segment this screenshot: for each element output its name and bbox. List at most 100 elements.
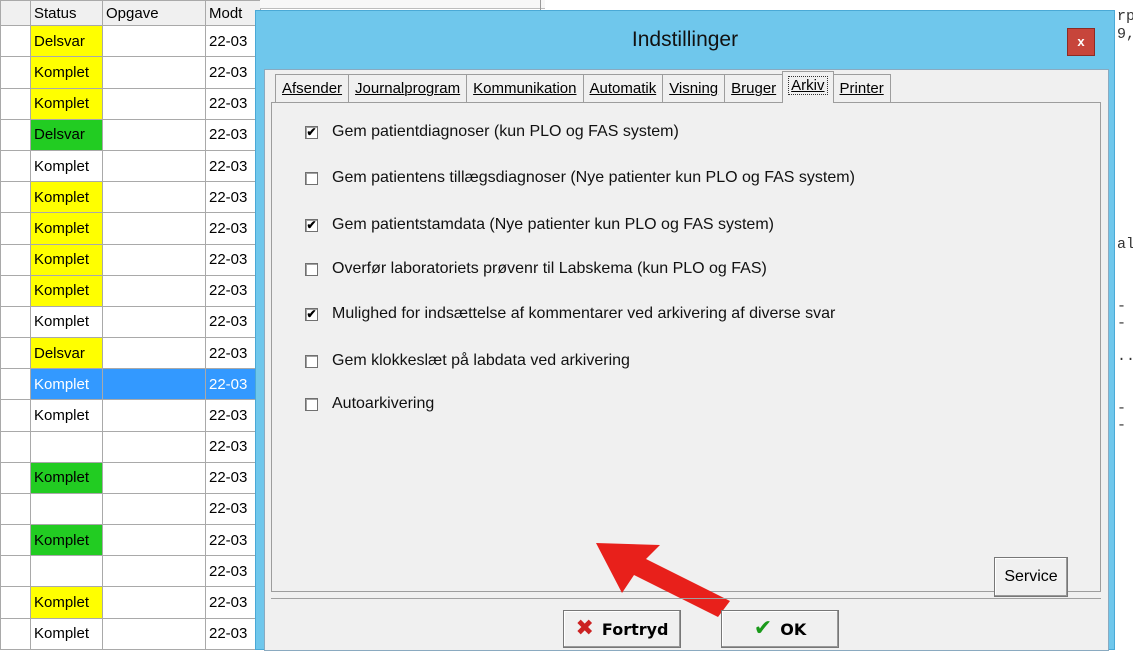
option-row[interactable]: ✔ Gem patientdiagnoser (kun PLO og FAS sy… — [305, 122, 679, 142]
opgave-cell[interactable] — [102, 617, 206, 651]
opgave-cell[interactable] — [102, 586, 206, 619]
status-cell[interactable]: Komplet — [30, 243, 103, 276]
opgave-cell[interactable] — [102, 399, 206, 432]
date-cell[interactable]: 22-03 — [205, 461, 261, 494]
header-indicator[interactable] — [0, 0, 31, 27]
date-cell[interactable]: 22-03 — [205, 118, 261, 151]
table-row[interactable]: Komplet 22-03 — [0, 368, 261, 401]
opgave-cell[interactable] — [102, 337, 206, 370]
date-cell[interactable]: 22-03 — [205, 56, 261, 89]
tab-journalprogram[interactable]: Journalprogram — [348, 74, 468, 102]
opgave-cell[interactable] — [102, 243, 206, 276]
opgave-cell[interactable] — [102, 149, 206, 183]
table-row[interactable]: Komplet 22-03 — [0, 212, 261, 245]
tab-kommunikation[interactable]: Kommunikation — [466, 74, 584, 102]
status-cell[interactable]: Komplet — [30, 399, 103, 432]
status-cell[interactable]: Delsvar — [30, 337, 103, 370]
row-indicator[interactable] — [0, 337, 31, 370]
header-opgave[interactable]: Opgave — [102, 0, 206, 27]
status-cell[interactable]: Komplet — [30, 87, 103, 120]
date-cell[interactable]: 22-03 — [205, 586, 261, 619]
table-row[interactable]: Komplet 22-03 — [0, 87, 261, 120]
status-cell[interactable] — [30, 555, 103, 588]
table-row[interactable]: Delsvar 22-03 — [0, 118, 261, 151]
date-cell[interactable]: 22-03 — [205, 181, 261, 214]
status-cell[interactable]: Komplet — [30, 617, 103, 651]
date-cell[interactable]: 22-03 — [205, 524, 261, 557]
header-status[interactable]: Status — [30, 0, 103, 27]
date-cell[interactable]: 22-03 — [205, 368, 261, 401]
option-row[interactable]: ✔ Gem patientstamdata (Nye patienter kun … — [305, 215, 774, 235]
opgave-cell[interactable] — [102, 430, 206, 463]
table-row[interactable]: 22-03 — [0, 555, 261, 588]
row-indicator[interactable] — [0, 181, 31, 214]
date-cell[interactable]: 22-03 — [205, 243, 261, 276]
option-row[interactable]: Overfør laboratoriets prøvenr til Labske… — [305, 259, 767, 279]
row-indicator[interactable] — [0, 461, 31, 494]
table-row[interactable]: Komplet 22-03 — [0, 461, 261, 494]
option-checkbox[interactable] — [305, 397, 318, 411]
table-row[interactable]: Delsvar 22-03 — [0, 337, 261, 370]
row-indicator[interactable] — [0, 524, 31, 557]
row-indicator[interactable] — [0, 555, 31, 588]
opgave-cell[interactable] — [102, 492, 206, 526]
service-button[interactable]: Service — [994, 557, 1068, 597]
date-cell[interactable]: 22-03 — [205, 337, 261, 370]
option-row[interactable]: Gem patientens tillægsdiagnoser (Nye pat… — [305, 168, 855, 188]
option-checkbox[interactable] — [305, 354, 318, 368]
table-row[interactable]: Delsvar 22-03 — [0, 25, 261, 58]
row-indicator[interactable] — [0, 430, 31, 463]
row-indicator[interactable] — [0, 118, 31, 151]
table-row[interactable]: 22-03 — [0, 492, 261, 526]
table-row[interactable]: Komplet 22-03 — [0, 149, 261, 183]
row-indicator[interactable] — [0, 492, 31, 526]
opgave-cell[interactable] — [102, 368, 206, 401]
option-checkbox[interactable] — [305, 171, 318, 185]
status-cell[interactable]: Komplet — [30, 181, 103, 214]
option-row[interactable]: ✔ Mulighed for indsættelse af kommentarer… — [305, 304, 835, 324]
dialog-titlebar[interactable]: Indstillinger x — [256, 11, 1114, 67]
status-cell[interactable]: Komplet — [30, 586, 103, 619]
table-row[interactable]: Komplet 22-03 — [0, 56, 261, 89]
table-row[interactable]: 22-03 — [0, 430, 261, 463]
opgave-cell[interactable] — [102, 87, 206, 120]
option-checkbox[interactable]: ✔ — [305, 218, 318, 232]
table-row[interactable]: Komplet 22-03 — [0, 274, 261, 307]
ok-button[interactable]: ✔ OK — [721, 610, 839, 648]
table-row[interactable]: Komplet 22-03 — [0, 243, 261, 276]
tab-afsender[interactable]: Afsender — [275, 74, 350, 102]
opgave-cell[interactable] — [102, 524, 206, 557]
row-indicator[interactable] — [0, 212, 31, 245]
row-indicator[interactable] — [0, 87, 31, 120]
status-cell[interactable]: Delsvar — [30, 25, 103, 58]
row-indicator[interactable] — [0, 149, 31, 183]
date-cell[interactable]: 22-03 — [205, 617, 261, 651]
date-cell[interactable]: 22-03 — [205, 492, 261, 526]
date-cell[interactable]: 22-03 — [205, 25, 261, 58]
close-button[interactable]: x — [1067, 28, 1095, 56]
date-cell[interactable]: 22-03 — [205, 399, 261, 432]
status-cell[interactable]: Komplet — [30, 56, 103, 89]
row-indicator[interactable] — [0, 399, 31, 432]
cancel-button[interactable]: ✖ Fortryd — [563, 610, 681, 648]
date-cell[interactable]: 22-03 — [205, 149, 261, 183]
status-cell[interactable]: Komplet — [30, 305, 103, 339]
opgave-cell[interactable] — [102, 461, 206, 494]
date-cell[interactable]: 22-03 — [205, 87, 261, 120]
status-cell[interactable]: Komplet — [30, 461, 103, 494]
date-cell[interactable]: 22-03 — [205, 555, 261, 588]
option-checkbox[interactable]: ✔ — [305, 307, 318, 321]
table-row[interactable]: Komplet 22-03 — [0, 586, 261, 619]
row-indicator[interactable] — [0, 617, 31, 651]
tab-visning[interactable]: Visning — [662, 74, 726, 102]
table-row[interactable]: Komplet 22-03 — [0, 181, 261, 214]
date-cell[interactable]: 22-03 — [205, 274, 261, 307]
option-row[interactable]: Gem klokkeslæt på labdata ved arkivering — [305, 351, 630, 371]
status-cell[interactable]: Komplet — [30, 212, 103, 245]
table-row[interactable]: Komplet 22-03 — [0, 399, 261, 432]
opgave-cell[interactable] — [102, 25, 206, 58]
status-cell[interactable]: Komplet — [30, 368, 103, 401]
opgave-cell[interactable] — [102, 555, 206, 588]
option-checkbox[interactable]: ✔ — [305, 125, 318, 139]
date-cell[interactable]: 22-03 — [205, 212, 261, 245]
